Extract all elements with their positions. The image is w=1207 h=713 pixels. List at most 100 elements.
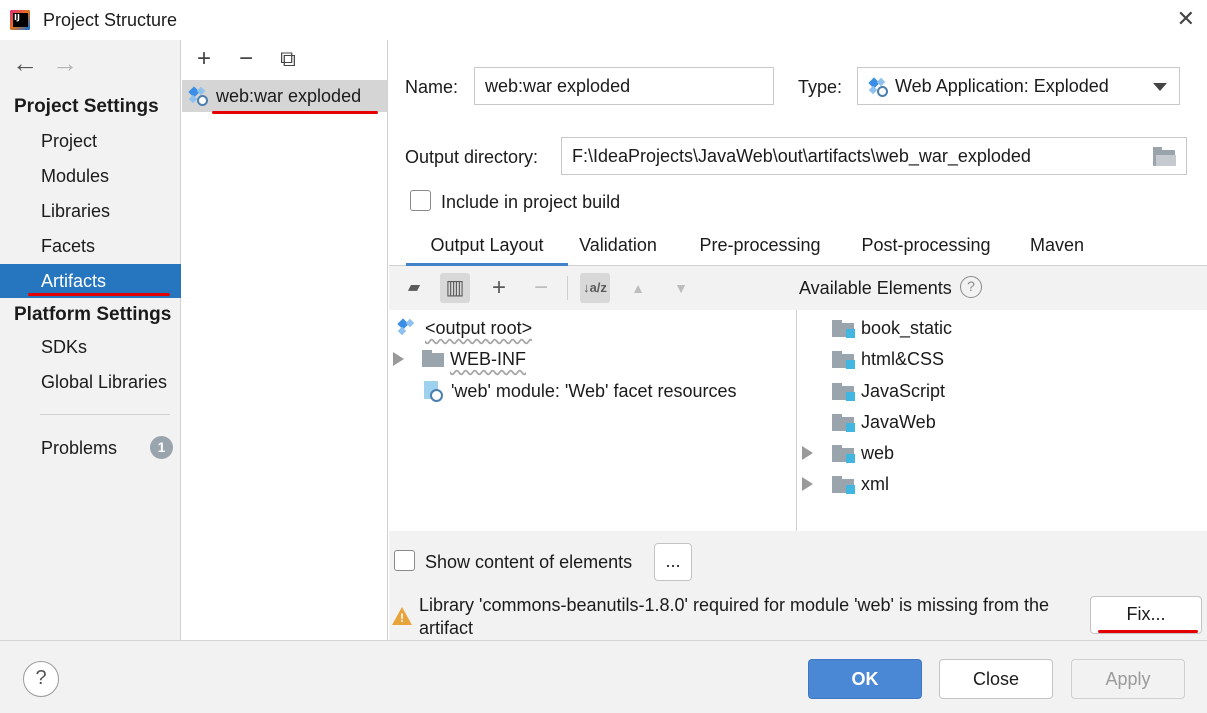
back-arrow-icon[interactable]: ← bbox=[12, 48, 38, 78]
warning-icon: ! bbox=[392, 607, 412, 625]
tab-validation[interactable]: Validation bbox=[568, 226, 668, 266]
apply-button[interactable]: Apply bbox=[1071, 659, 1185, 699]
toolbar-separator bbox=[567, 276, 568, 300]
remove-element-button[interactable]: − bbox=[526, 273, 556, 303]
tab-output-layout[interactable]: Output Layout bbox=[406, 226, 568, 266]
include-in-build-label: Include in project build bbox=[441, 192, 621, 212]
artifact-list-panel: + − ⧉ web:war exploded bbox=[182, 40, 388, 640]
new-directory-icon[interactable]: ▰ bbox=[399, 273, 429, 303]
name-field[interactable]: web:war exploded bbox=[474, 67, 774, 105]
platform-settings-header: Platform Settings bbox=[14, 304, 172, 325]
title-bar: Project Structure ✕ bbox=[0, 0, 1207, 40]
expand-arrow-icon[interactable] bbox=[802, 446, 813, 460]
tree-row-facet-resources[interactable]: 'web' module: 'Web' facet resources bbox=[423, 376, 793, 406]
nav-arrows: ← → bbox=[12, 48, 92, 79]
available-item-label: web bbox=[861, 443, 895, 463]
output-layout-tree: <output root> WEB-INF 'web' module: 'Web… bbox=[389, 310, 797, 531]
close-button[interactable]: Close bbox=[939, 659, 1053, 699]
available-elements-tree: book_static html&CSS JavaScript JavaWeb … bbox=[798, 310, 1207, 531]
close-icon[interactable]: ✕ bbox=[1177, 6, 1195, 32]
available-item-javascript[interactable]: JavaScript bbox=[798, 376, 1198, 406]
add-artifact-button[interactable]: + bbox=[189, 44, 219, 74]
tree-row-output-root[interactable]: <output root> bbox=[395, 313, 775, 343]
include-in-build-checkbox[interactable] bbox=[410, 190, 431, 211]
available-item-label: JavaWeb bbox=[861, 412, 936, 432]
type-select[interactable]: Web Application: Exploded bbox=[857, 67, 1180, 105]
nav-divider bbox=[40, 414, 170, 415]
available-item-label: JavaScript bbox=[861, 381, 946, 401]
available-item-javaweb[interactable]: JavaWeb bbox=[798, 407, 1198, 437]
dialog-button-bar: ? OK Close Apply bbox=[0, 640, 1207, 713]
output-root-icon bbox=[397, 318, 417, 338]
copy-artifact-button[interactable]: ⧉ bbox=[273, 44, 303, 74]
name-label: Name: bbox=[405, 77, 459, 97]
show-content-checkbox[interactable] bbox=[394, 550, 415, 571]
available-item-html-css[interactable]: html&CSS bbox=[798, 344, 1198, 374]
output-layout-toolbar: ▰ ▥ + − ↓a/z ▲ ▼ Available Elements ? bbox=[389, 266, 1207, 310]
intellij-logo-icon bbox=[10, 10, 30, 30]
tab-pre-processing[interactable]: Pre-processing bbox=[684, 226, 836, 266]
folder-icon bbox=[422, 350, 444, 367]
expand-arrow-icon[interactable] bbox=[393, 352, 404, 366]
type-select-value: Web Application: Exploded bbox=[895, 76, 1109, 96]
type-label: Type: bbox=[798, 77, 843, 97]
web-facet-icon bbox=[423, 381, 443, 403]
settings-nav: ← → Project Settings Project Modules Libr… bbox=[0, 40, 181, 640]
tree-row-web-inf[interactable]: WEB-INF bbox=[393, 344, 773, 374]
forward-arrow-icon[interactable]: → bbox=[52, 48, 78, 78]
annotation-underline-artifact bbox=[212, 111, 378, 114]
available-item-label: xml bbox=[861, 474, 889, 494]
module-folder-icon bbox=[832, 445, 855, 463]
project-settings-header: Project Settings bbox=[14, 96, 159, 117]
tab-post-processing[interactable]: Post-processing bbox=[846, 226, 1006, 266]
artifact-config-panel: Name: web:war exploded Type: Web Applica… bbox=[389, 40, 1207, 640]
nav-item-modules[interactable]: Modules bbox=[0, 159, 181, 193]
artifact-name-label: web:war exploded bbox=[216, 86, 362, 106]
help-icon[interactable]: ? bbox=[960, 276, 982, 298]
remove-artifact-button[interactable]: − bbox=[231, 44, 261, 74]
browse-folder-icon[interactable] bbox=[1153, 147, 1176, 166]
artifact-tabs: Output Layout Validation Pre-processing … bbox=[389, 226, 1207, 266]
create-archive-icon[interactable]: ▥ bbox=[440, 273, 470, 303]
available-item-web[interactable]: web bbox=[798, 438, 1198, 468]
annotation-underline-artifacts bbox=[28, 293, 170, 296]
window-title: Project Structure bbox=[43, 10, 178, 30]
available-item-label: book_static bbox=[861, 318, 953, 338]
chevron-down-icon bbox=[1153, 83, 1167, 91]
web-inf-label: WEB-INF bbox=[450, 349, 526, 369]
expand-arrow-icon[interactable] bbox=[802, 477, 813, 491]
ok-button[interactable]: OK bbox=[808, 659, 922, 699]
nav-item-sdks[interactable]: SDKs bbox=[0, 330, 181, 364]
module-folder-icon bbox=[832, 476, 855, 494]
nav-item-global-libraries[interactable]: Global Libraries bbox=[0, 365, 181, 399]
output-directory-field[interactable]: F:\IdeaProjects\JavaWeb\out\artifacts\we… bbox=[561, 137, 1187, 175]
available-item-xml[interactable]: xml bbox=[798, 469, 1198, 499]
tab-maven[interactable]: Maven bbox=[1016, 226, 1098, 266]
show-content-options-button[interactable]: ... bbox=[654, 543, 692, 581]
nav-item-libraries[interactable]: Libraries bbox=[0, 194, 181, 228]
nav-item-project[interactable]: Project bbox=[0, 124, 181, 158]
sort-elements-icon[interactable]: ↓a/z bbox=[580, 273, 610, 303]
available-elements-label: Available Elements bbox=[799, 278, 952, 298]
output-root-label: <output root> bbox=[425, 318, 533, 338]
facet-resources-label: 'web' module: 'Web' facet resources bbox=[451, 381, 737, 401]
nav-item-facets[interactable]: Facets bbox=[0, 229, 181, 263]
output-directory-label: Output directory: bbox=[405, 147, 539, 167]
annotation-underline-fix bbox=[1098, 630, 1198, 633]
move-down-icon[interactable]: ▼ bbox=[666, 273, 696, 303]
help-button[interactable]: ? bbox=[23, 661, 59, 697]
web-application-icon bbox=[188, 86, 208, 106]
problems-count-badge: 1 bbox=[150, 436, 173, 459]
web-application-icon bbox=[868, 77, 888, 97]
available-item-book-static[interactable]: book_static bbox=[798, 313, 1198, 343]
fix-button[interactable]: Fix... bbox=[1090, 596, 1202, 634]
artifact-list-toolbar: + − ⧉ bbox=[182, 40, 387, 78]
module-folder-icon bbox=[832, 383, 855, 401]
show-content-label: Show content of elements bbox=[425, 552, 633, 572]
move-up-icon[interactable]: ▲ bbox=[623, 273, 653, 303]
module-folder-icon bbox=[832, 414, 855, 432]
artifact-list-item[interactable]: web:war exploded bbox=[182, 80, 387, 112]
available-item-label: html&CSS bbox=[861, 349, 945, 369]
add-element-button[interactable]: + bbox=[484, 273, 514, 303]
artifact-footer: Show content of elements ... ! Library '… bbox=[389, 531, 1207, 640]
